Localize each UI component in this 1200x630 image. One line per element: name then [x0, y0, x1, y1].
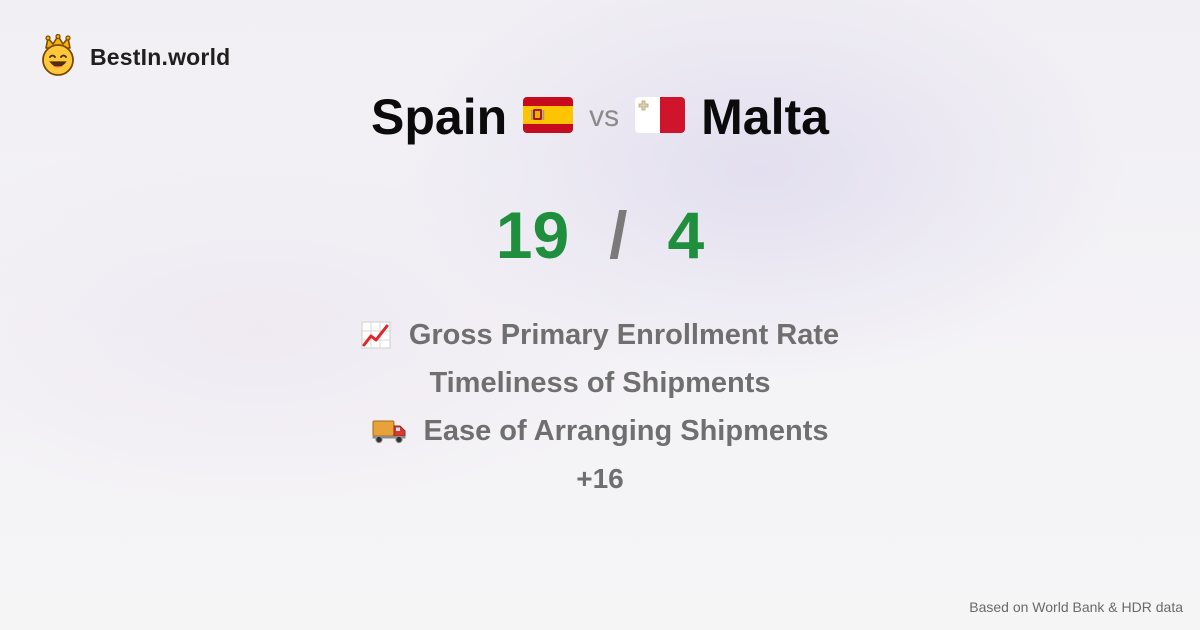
brand[interactable]: BestIn.world [38, 33, 231, 81]
vs-label: vs [589, 100, 620, 133]
right-country-name[interactable]: Malta [701, 88, 829, 146]
left-country-name[interactable]: Spain [371, 88, 507, 146]
metric-label: Gross Primary Enrollment Rate [408, 318, 840, 351]
delivery-truck-icon [372, 418, 406, 444]
comparison-title: Spain vs Malta [0, 86, 1200, 148]
metric-label: Timeliness of Shipments [429, 366, 771, 399]
right-score: 4 [667, 198, 705, 272]
score-separator: / [609, 198, 628, 272]
more-metrics-count[interactable]: +16 [576, 455, 624, 503]
malta-flag-icon [635, 96, 686, 138]
spain-flag-icon [523, 96, 574, 138]
metric-item[interactable]: Timeliness of Shipments [429, 359, 770, 407]
brand-name: BestIn.world [90, 43, 231, 70]
footer-source: Based on World Bank & HDR data [969, 599, 1183, 615]
left-score: 19 [495, 198, 570, 272]
score: 19 / 4 [0, 195, 1200, 275]
smiling-crown-face-icon [38, 33, 78, 81]
metric-item[interactable]: Gross Primary Enrollment Rate [361, 311, 839, 359]
metric-label: Ease of Arranging Shipments [423, 414, 829, 447]
chart-increasing-icon [361, 321, 391, 349]
metric-item[interactable]: Ease of Arranging Shipments [372, 407, 829, 455]
metrics-list: Gross Primary Enrollment Rate Timeliness… [0, 311, 1200, 503]
